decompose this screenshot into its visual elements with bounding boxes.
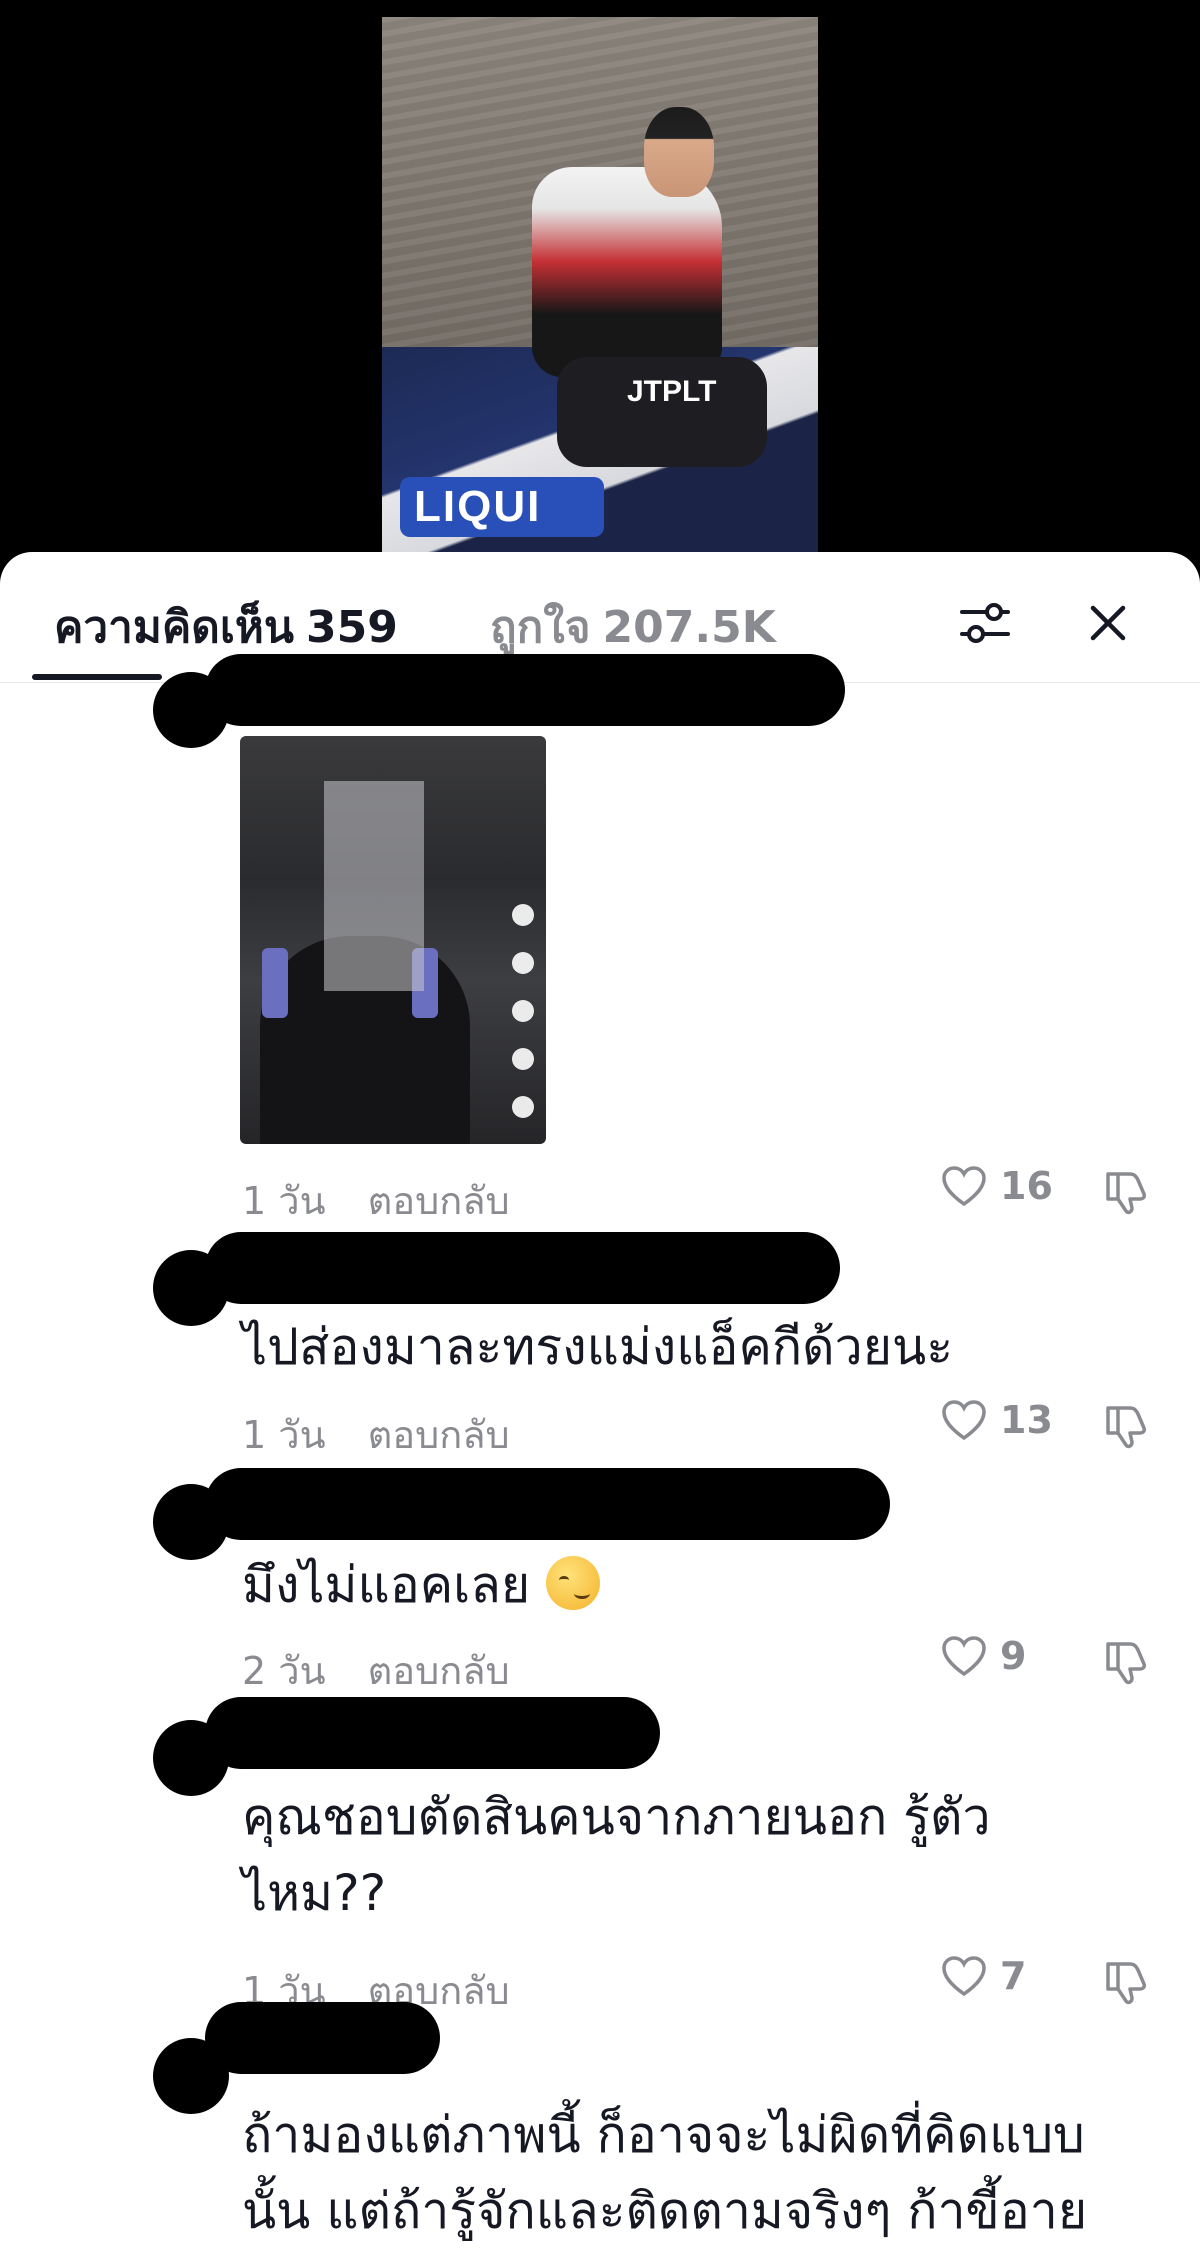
reply-button[interactable]: ตอบกลับ <box>368 1649 510 1693</box>
comment-text-line-1: คุณชอบตัดสินคนจากภายนอก รู้ตัว <box>242 1788 991 1846</box>
comments-sheet: ความคิดเห็น 359 ถูกใจ 207.5K 1 วัน ตอบกล… <box>0 552 1200 2263</box>
tab-comments-count: 359 <box>305 602 398 653</box>
close-icon[interactable] <box>1073 588 1143 658</box>
jetski-logo: LIQUI <box>400 477 604 537</box>
like-count: 13 <box>1000 1398 1053 1442</box>
rider-legs: JTPLT <box>557 357 767 467</box>
redacted-username <box>205 1468 890 1540</box>
heart-icon <box>942 1636 986 1677</box>
rider-head <box>644 107 714 197</box>
like-button[interactable]: 7 <box>940 1954 1026 1998</box>
comment-text: ไปส่องมาละทรงแม่งแอ็คกีด้วยนะ <box>242 1318 954 1376</box>
tab-likes[interactable]: ถูกใจ 207.5K <box>490 592 776 662</box>
comment-meta: 1 วัน ตอบกลับ <box>242 1404 510 1465</box>
rider-body <box>532 167 722 377</box>
comment-meta: 2 วัน ตอบกลับ <box>242 1640 510 1701</box>
comment-age: 1 วัน <box>242 1413 326 1457</box>
dislike-icon[interactable] <box>1100 1636 1152 1688</box>
comment-text: มึงไม่แอคเลย <box>242 1548 601 1622</box>
pants-text: JTPLT <box>627 375 717 408</box>
comment-text-line-2: ไหม?? <box>242 1864 387 1922</box>
comment-video-thumbnail[interactable] <box>240 736 546 1144</box>
dislike-icon[interactable] <box>1100 1400 1152 1452</box>
like-button[interactable]: 13 <box>940 1398 1053 1442</box>
tab-likes-count: 207.5K <box>602 602 776 653</box>
comment-text-body: มึงไม่แอคเลย <box>242 1556 531 1614</box>
tab-comments[interactable]: ความคิดเห็น 359 <box>54 592 398 662</box>
smirk-emoji-icon <box>546 1556 601 1610</box>
dislike-icon[interactable] <box>1100 1166 1152 1218</box>
comment-meta: 1 วัน ตอบกลับ <box>242 1170 510 1231</box>
heart-icon <box>942 1166 986 1207</box>
comment-text-line-2: นั้น แต่ถ้ารู้จักและติดตามจริงๆ ก้าขี้อา… <box>242 2182 1088 2240</box>
tab-comments-label: ความคิดเห็น <box>54 602 294 653</box>
reply-button[interactable]: ตอบกลับ <box>368 1413 510 1457</box>
heart-icon <box>942 1956 986 1997</box>
thumbnail-action-icons <box>508 904 538 1118</box>
like-count: 9 <box>1000 1634 1027 1678</box>
redacted-username <box>205 1232 840 1304</box>
active-tab-indicator <box>32 674 162 680</box>
like-count: 7 <box>1000 1954 1027 1998</box>
tab-likes-label: ถูกใจ <box>490 602 591 653</box>
comment-age: 1 วัน <box>242 1179 326 1223</box>
video-player[interactable]: LIQUI JTPLT <box>0 0 1200 560</box>
heart-icon <box>942 1400 986 1441</box>
comment-age: 2 วัน <box>242 1649 326 1693</box>
like-button[interactable]: 16 <box>940 1164 1053 1208</box>
redacted-username <box>205 1697 660 1769</box>
like-button[interactable]: 9 <box>940 1634 1026 1678</box>
filter-icon[interactable] <box>950 588 1020 658</box>
redacted-username <box>205 654 845 726</box>
dislike-icon[interactable] <box>1100 1956 1152 2008</box>
backpack-strap <box>262 948 288 1018</box>
like-count: 16 <box>1000 1164 1053 1208</box>
reply-button[interactable]: ตอบกลับ <box>368 1179 510 1223</box>
video-frame[interactable]: LIQUI JTPLT <box>382 17 818 552</box>
comment-text-line-1: ถ้ามองแต่ภาพนี้ ก็อาจจะไม่ผิดที่คิดแบบ <box>242 2106 1085 2164</box>
redacted-username <box>205 2002 440 2074</box>
blurred-face <box>324 781 424 991</box>
